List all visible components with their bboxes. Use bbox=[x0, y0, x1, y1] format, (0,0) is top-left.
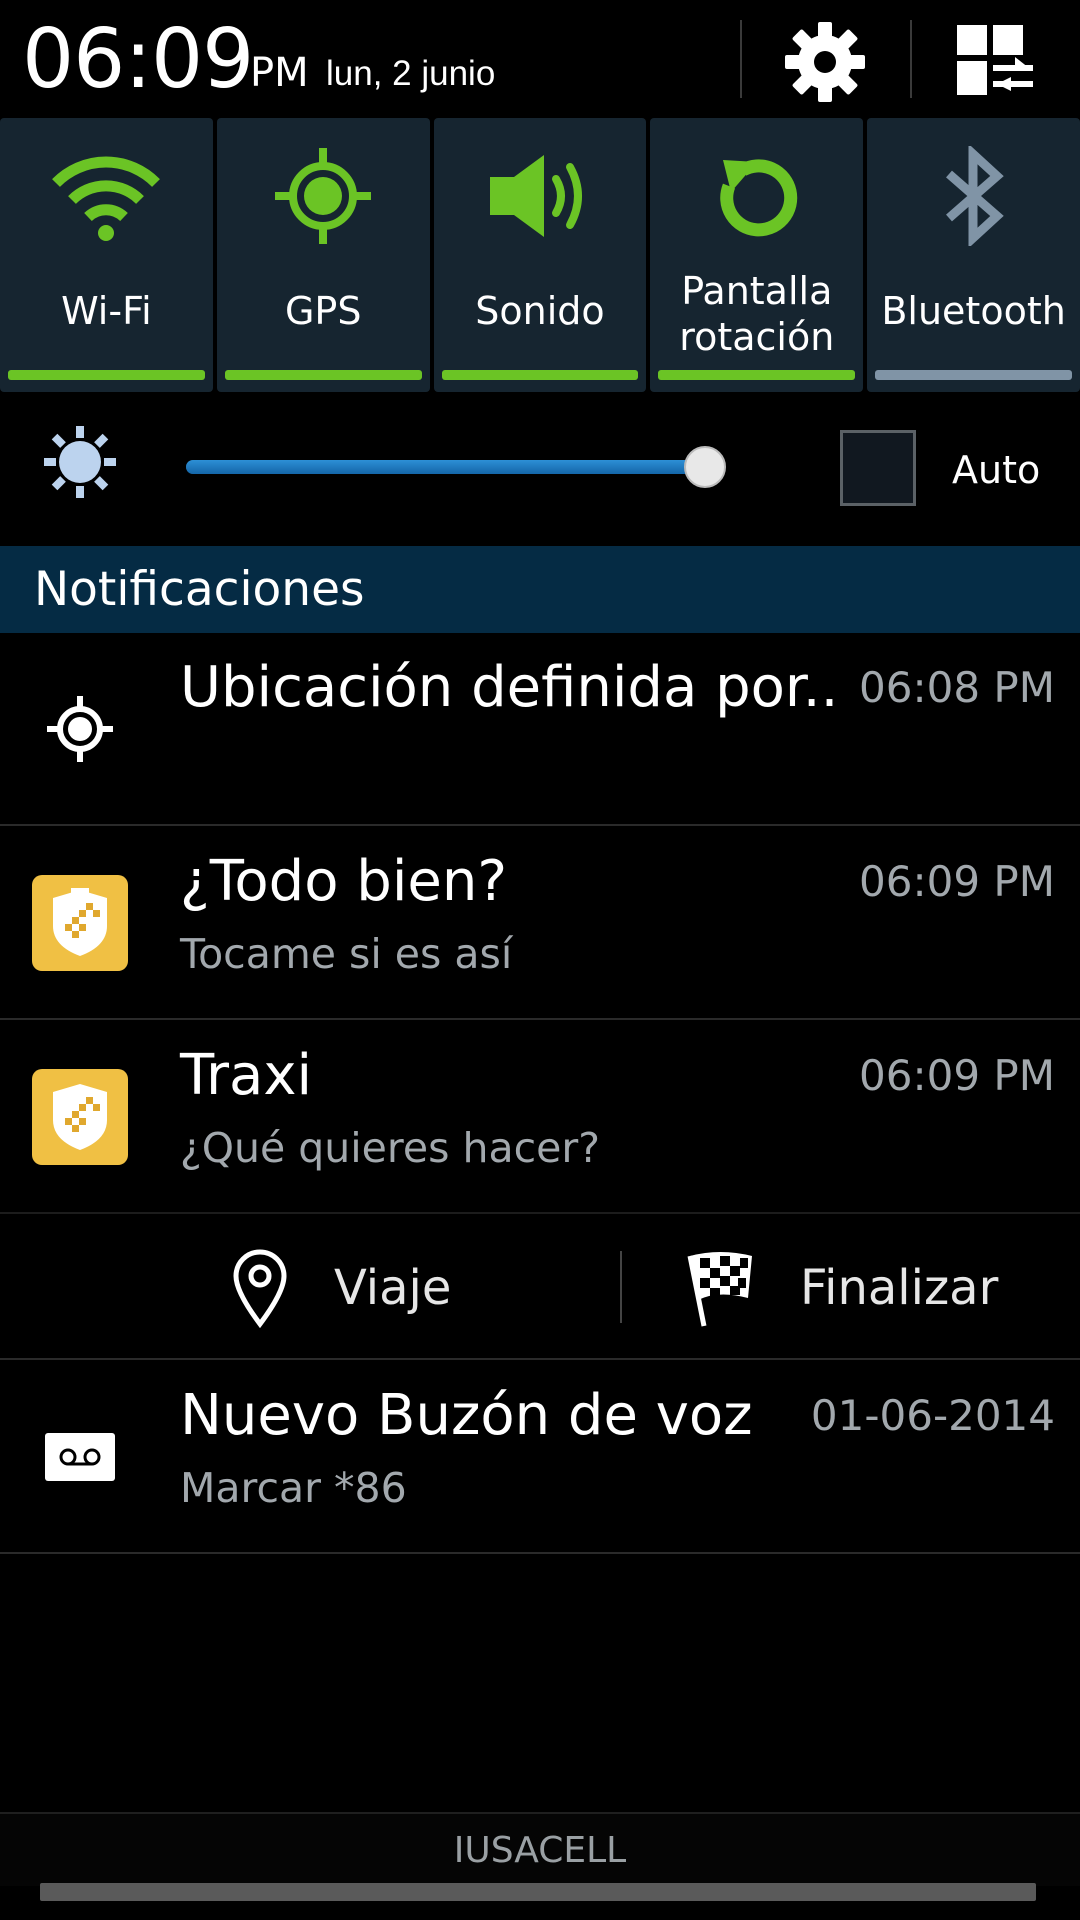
checkered-flag-icon bbox=[687, 1251, 752, 1326]
toggle-wifi[interactable]: Wi-Fi bbox=[0, 118, 213, 392]
status-header: 06:09 PM lun, 2 junio bbox=[0, 0, 1080, 118]
traxi-app-icon bbox=[32, 875, 128, 971]
auto-brightness-label: Auto bbox=[952, 448, 1041, 492]
header-divider bbox=[740, 20, 742, 98]
toggle-label: Wi-Fi bbox=[61, 289, 152, 333]
grid-swap-icon bbox=[957, 25, 1033, 95]
notification-subtitle: Tocame si es así bbox=[180, 930, 513, 978]
notification-subtitle: Marcar *86 bbox=[180, 1464, 407, 1512]
toggle-gps[interactable]: GPS bbox=[216, 118, 430, 392]
carrier-label: IUSACELL bbox=[453, 1830, 627, 1871]
notification-time: 06:09 PM bbox=[859, 1051, 1055, 1100]
toggle-grid-button[interactable] bbox=[940, 14, 1050, 110]
notification-title: ¿Todo bien? bbox=[180, 849, 508, 914]
auto-brightness-checkbox[interactable] bbox=[840, 430, 916, 506]
rotation-icon bbox=[720, 159, 797, 237]
notifications-title: Notificaciones bbox=[34, 562, 365, 617]
header-divider bbox=[910, 20, 912, 98]
brightness-sun-icon bbox=[44, 426, 116, 498]
toggle-indicator bbox=[875, 370, 1072, 380]
notification-item[interactable]: Traxi ¿Qué quieres hacer? 06:09 PM bbox=[0, 1021, 1080, 1214]
notification-item[interactable]: Nuevo Buzón de voz Marcar *86 01-06-2014 bbox=[0, 1361, 1080, 1554]
brightness-slider[interactable] bbox=[186, 446, 727, 488]
panel-drag-handle[interactable] bbox=[40, 1883, 1036, 1901]
toggle-indicator bbox=[441, 370, 639, 380]
bluetooth-icon bbox=[945, 146, 1004, 246]
gps-icon bbox=[275, 148, 372, 244]
toggle-rotation[interactable]: Pantalla rotación bbox=[650, 118, 864, 392]
traxi-app-icon bbox=[32, 1069, 128, 1165]
map-pin-icon bbox=[233, 1249, 287, 1328]
toggle-label: Sonido bbox=[475, 289, 605, 333]
notification-title: Nuevo Buzón de voz bbox=[180, 1383, 753, 1448]
finalizar-label: Finalizar bbox=[800, 1259, 999, 1316]
toggle-label: Pantalla rotación bbox=[679, 269, 835, 359]
wifi-icon bbox=[52, 156, 161, 241]
settings-button[interactable] bbox=[770, 14, 880, 110]
viaje-label: Viaje bbox=[334, 1259, 452, 1316]
location-target-icon bbox=[47, 696, 113, 762]
notification-title: Traxi bbox=[180, 1043, 313, 1108]
brightness-slider-thumb[interactable] bbox=[684, 446, 727, 488]
quick-settings-toggles: Wi-Fi GPS Sonido Pantalla rotación Bluet… bbox=[0, 118, 1080, 392]
clock-ampm: PM bbox=[250, 50, 309, 96]
carrier-bar: IUSACELL bbox=[0, 1812, 1080, 1886]
brightness-slider-fill bbox=[186, 460, 706, 474]
notification-time: 06:08 PM bbox=[859, 663, 1055, 712]
finalizar-button[interactable]: Finalizar bbox=[682, 1215, 998, 1360]
notification-time: 06:09 PM bbox=[859, 857, 1055, 906]
toggle-label: GPS bbox=[284, 289, 362, 333]
notifications-header: Notificaciones bbox=[0, 546, 1080, 633]
viaje-button[interactable]: Viaje bbox=[230, 1215, 451, 1360]
notification-title: Ubicación definida por.. bbox=[180, 655, 839, 720]
notification-subtitle: ¿Qué quieres hacer? bbox=[180, 1124, 600, 1172]
action-divider bbox=[620, 1251, 622, 1323]
toggle-indicator bbox=[658, 370, 856, 380]
toggle-indicator bbox=[224, 370, 422, 380]
notification-actions: Viaje Finalizar bbox=[0, 1215, 1080, 1360]
sound-icon bbox=[489, 155, 582, 237]
toggle-sound[interactable]: Sonido bbox=[433, 118, 647, 392]
voicemail-icon bbox=[45, 1433, 115, 1481]
date-label: lun, 2 junio bbox=[326, 54, 496, 93]
toggle-label: Bluetooth bbox=[881, 289, 1066, 333]
gear-icon bbox=[785, 22, 865, 102]
notification-item[interactable]: Ubicación definida por.. 06:08 PM bbox=[0, 633, 1080, 826]
notification-item[interactable]: ¿Todo bien? Tocame si es así 06:09 PM bbox=[0, 827, 1080, 1020]
notification-time: 01-06-2014 bbox=[810, 1391, 1055, 1440]
toggle-indicator bbox=[8, 370, 205, 380]
toggle-bluetooth[interactable]: Bluetooth bbox=[867, 118, 1080, 392]
clock-time: 06:09 bbox=[22, 12, 254, 107]
